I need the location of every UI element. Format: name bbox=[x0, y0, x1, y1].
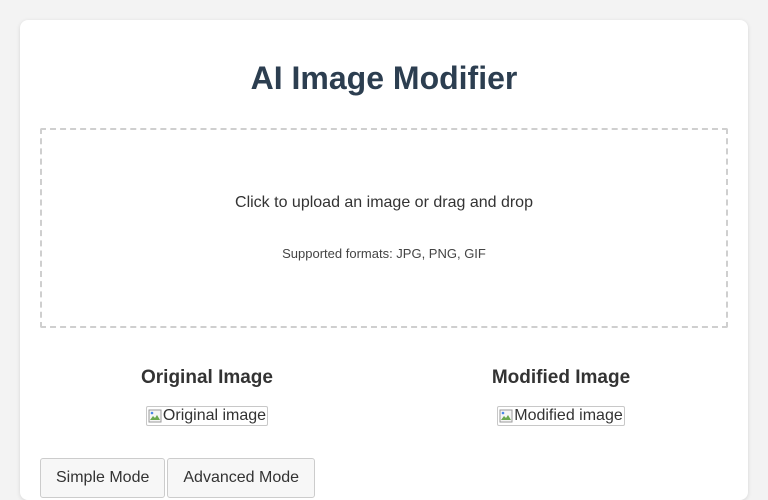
app-card: AI Image Modifier Click to upload an ima… bbox=[20, 20, 748, 500]
supported-formats: Supported formats: JPG, PNG, GIF bbox=[282, 246, 486, 261]
original-image-heading: Original Image bbox=[141, 367, 273, 388]
modified-image-panel: Modified Image Modified image bbox=[394, 366, 728, 428]
original-image: Original image bbox=[145, 406, 269, 426]
advanced-mode-button[interactable]: Advanced Mode bbox=[167, 458, 316, 498]
upload-prompt: Click to upload an image or drag and dro… bbox=[235, 194, 533, 211]
original-image-panel: Original Image Original image bbox=[40, 366, 374, 428]
simple-mode-button[interactable]: Simple Mode bbox=[40, 458, 166, 498]
modified-image-heading: Modified Image bbox=[491, 367, 631, 388]
modified-image: Modified image bbox=[497, 406, 625, 426]
broken-image-icon bbox=[148, 409, 162, 423]
upload-dropzone[interactable]: Click to upload an image or drag and dro… bbox=[40, 128, 728, 328]
page-title: AI Image Modifier bbox=[250, 60, 518, 96]
mode-toggle: Simple Mode Advanced Mode bbox=[40, 458, 317, 498]
original-image-alt: Original image bbox=[162, 407, 267, 424]
broken-image-icon bbox=[499, 409, 513, 423]
modified-image-alt: Modified image bbox=[514, 407, 623, 424]
